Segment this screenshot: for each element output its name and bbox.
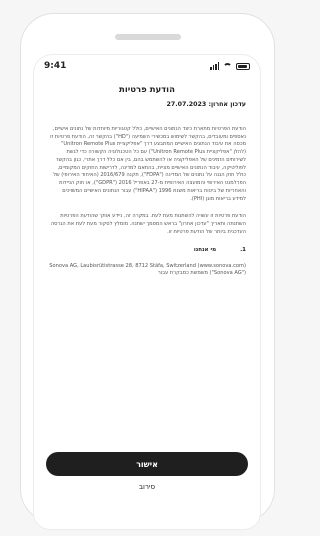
status-time: 9:41 (44, 61, 67, 71)
page-title: הודעת פרטיות (119, 85, 175, 95)
company-address: Sonova AG, Laubisrütistrasse 28, 8712 St… (49, 262, 246, 277)
wifi-icon (223, 62, 232, 70)
signal-icon (210, 62, 219, 70)
confirm-button[interactable]: אישור (46, 452, 248, 476)
decline-button[interactable]: סירוב (34, 483, 260, 491)
status-bar: 9:41 (34, 55, 260, 77)
privacy-paragraph-1: הודעת הפרטיות מתארת כיצד הנתונים האישיים… (50, 126, 246, 202)
privacy-notice-content: הודעת פרטיות עדכון אחרון: 27.07.2023 הוד… (48, 85, 246, 283)
section-title: מי אנחנו (193, 246, 217, 253)
battery-icon (236, 62, 250, 70)
section-heading: 1. מי אנחנו (48, 247, 246, 253)
phone-notch (114, 34, 181, 40)
status-icons (210, 62, 250, 70)
privacy-paragraph-2: הודעת פרטיות זו עשויה להשתנות מעת לעת. ב… (50, 213, 246, 235)
app-screen: 9:41 הודעת פרטיות עדכון אחרון: 27.07.202… (34, 55, 260, 529)
last-updated: עדכון אחרון: 27.07.2023 (166, 101, 246, 108)
section-number: 1. (240, 246, 246, 253)
